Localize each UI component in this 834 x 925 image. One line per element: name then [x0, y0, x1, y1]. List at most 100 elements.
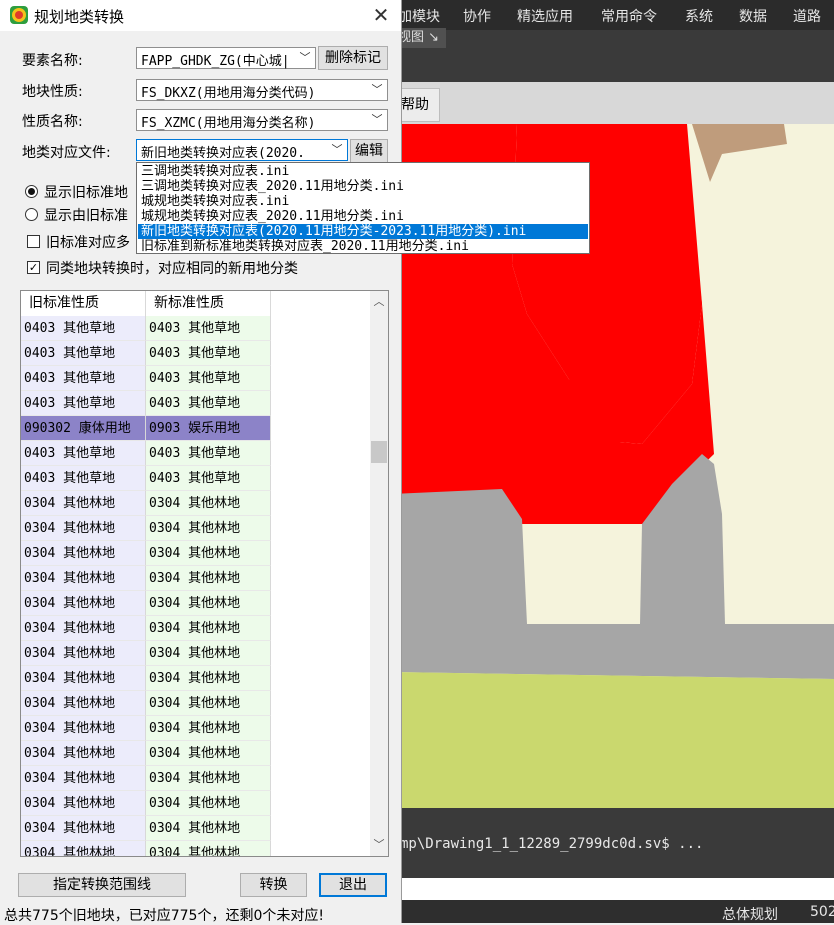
new-class-cell: 0403 其他草地 — [146, 316, 271, 341]
new-class-cell: 0403 其他草地 — [146, 366, 271, 391]
new-class-cell: 0304 其他林地 — [146, 641, 271, 666]
dropdown-option[interactable]: 城规地类转换对应表.ini — [138, 194, 588, 209]
status-item[interactable]: 总体规划 — [722, 904, 778, 924]
old-class-cell: 0304 其他林地 — [21, 591, 146, 616]
old-class-cell: 0304 其他林地 — [21, 691, 146, 716]
new-class-cell: 0403 其他草地 — [146, 391, 271, 416]
new-class-cell: 0304 其他林地 — [146, 666, 271, 691]
table-row[interactable]: 0403 其他草地 0403 其他草地 — [21, 341, 271, 366]
new-class-cell: 0304 其他林地 — [146, 516, 271, 541]
menu-item[interactable]: 精选应用 — [517, 6, 573, 26]
table-row[interactable]: 0304 其他林地 0304 其他林地 — [21, 616, 271, 641]
same-class-checkbox[interactable]: ✓ — [27, 261, 40, 274]
edit-button[interactable]: 编辑 — [350, 139, 388, 163]
old-class-cell: 0304 其他林地 — [21, 666, 146, 691]
parcel-nature-label: 地块性质: — [22, 84, 83, 100]
table-row[interactable]: 0304 其他林地 0304 其他林地 — [21, 491, 271, 516]
dropdown-option[interactable]: 城规地类转换对应表_2020.11用地分类.ini — [138, 209, 588, 224]
table-row[interactable]: 0304 其他林地 0304 其他林地 — [21, 666, 271, 691]
old-multi-checkbox[interactable] — [27, 235, 40, 248]
table-row[interactable]: 0304 其他林地 0304 其他林地 — [21, 741, 271, 766]
old-class-cell: 0304 其他林地 — [21, 566, 146, 591]
table-row[interactable]: 0304 其他林地 0304 其他林地 — [21, 641, 271, 666]
chevron-down-icon: ﹀ — [331, 143, 343, 156]
table-row[interactable]: 0304 其他林地 0304 其他林地 — [21, 816, 271, 841]
column-header-new[interactable]: 新标准性质 — [146, 291, 271, 316]
table-row[interactable]: 0304 其他林地 0304 其他林地 — [21, 591, 271, 616]
scroll-down-icon[interactable]: ﹀ — [370, 834, 388, 856]
vertical-scrollbar[interactable]: ︿ ﹀ — [370, 291, 388, 856]
dropdown-option[interactable]: 三调地类转换对应表.ini — [138, 164, 588, 179]
table-row[interactable]: 090302 康体用地 0903 娱乐用地 — [21, 416, 271, 441]
menu-item[interactable]: 常用命令 — [601, 6, 657, 26]
parcel-gray-left — [392, 489, 527, 624]
column-header-old[interactable]: 旧标准性质 — [21, 291, 146, 316]
old-class-cell: 090302 康体用地 — [21, 416, 146, 441]
table-row[interactable]: 0304 其他林地 0304 其他林地 — [21, 841, 271, 856]
old-multi-label: 旧标准对应多 — [46, 235, 130, 251]
command-input[interactable] — [392, 878, 834, 900]
command-history: mp\Drawing1_1_12289_2799dc0d.sv$ ... — [400, 836, 704, 852]
dropdown-option[interactable]: 新旧地类转换对应表(2020.11用地分类-2023.11用地分类).ini — [138, 224, 588, 239]
new-class-cell: 0304 其他林地 — [146, 716, 271, 741]
dropdown-option[interactable]: 旧标准到新标准地类转换对应表_2020.11用地分类.ini — [138, 239, 588, 254]
land-class-conversion-dialog: 规划地类转换 ✕ 要素名称: FAPP_GHDK_ZG(中心城| ﹀ 删除标记 … — [0, 0, 402, 924]
parcel-nature-select[interactable]: FS_DKXZ(用地用海分类代码) ﹀ — [136, 79, 388, 101]
table-header: 旧标准性质 新标准性质 — [21, 291, 371, 316]
menu-item[interactable]: 加模块 — [398, 6, 440, 26]
set-range-button[interactable]: 指定转换范围线 — [18, 873, 186, 897]
table-row[interactable]: 0304 其他林地 0304 其他林地 — [21, 766, 271, 791]
dialog-status-text: 总共775个旧地块，已对应775个，还剩0个未对应! — [4, 908, 324, 924]
new-class-cell: 0403 其他草地 — [146, 341, 271, 366]
nature-name-select[interactable]: FS_XZMC(用地用海分类名称) ﹀ — [136, 109, 388, 131]
chevron-down-icon: ﹀ — [371, 113, 383, 126]
menu-item[interactable]: 数据 — [739, 6, 767, 26]
mapping-file-dropdown[interactable]: 三调地类转换对应表.ini 三调地类转换对应表_2020.11用地分类.ini 城规… — [136, 162, 590, 254]
mapping-table[interactable]: 旧标准性质 新标准性质 0403 其他草地 0403 其他草地 0403 其他草地 0… — [20, 290, 389, 857]
status-item: 502 — [810, 904, 834, 920]
table-row[interactable]: 0403 其他草地 0403 其他草地 — [21, 391, 271, 416]
menu-item[interactable]: 系统 — [685, 6, 713, 26]
old-class-cell: 0403 其他草地 — [21, 466, 146, 491]
new-class-cell: 0403 其他草地 — [146, 466, 271, 491]
table-row[interactable]: 0403 其他草地 0403 其他草地 — [21, 466, 271, 491]
show-from-old-radio[interactable] — [25, 208, 38, 221]
mapping-file-value: 新旧地类转换对应表(2020. — [141, 146, 305, 161]
table-row[interactable]: 0403 其他草地 0403 其他草地 — [21, 441, 271, 466]
new-class-cell: 0304 其他林地 — [146, 616, 271, 641]
show-from-old-label: 显示由旧标准 — [44, 208, 128, 224]
table-row[interactable]: 0304 其他林地 0304 其他林地 — [21, 566, 271, 591]
old-class-cell: 0304 其他林地 — [21, 541, 146, 566]
exit-button[interactable]: 退出 — [319, 873, 387, 897]
convert-button[interactable]: 转换 — [240, 873, 307, 897]
table-row[interactable]: 0304 其他林地 0304 其他林地 — [21, 541, 271, 566]
scroll-thumb[interactable] — [371, 441, 387, 463]
table-row[interactable]: 0304 其他林地 0304 其他林地 — [21, 791, 271, 816]
title-bar[interactable]: 规划地类转换 ✕ — [0, 0, 401, 31]
mapping-file-select[interactable]: 新旧地类转换对应表(2020. ﹀ — [136, 139, 348, 161]
table-row[interactable]: 0403 其他草地 0403 其他草地 — [21, 366, 271, 391]
menu-item[interactable]: 道路 — [793, 6, 821, 26]
feature-name-select[interactable]: FAPP_GHDK_ZG(中心城| ﹀ — [136, 47, 316, 69]
table-row[interactable]: 0304 其他林地 0304 其他林地 — [21, 516, 271, 541]
parcel-green — [392, 672, 834, 808]
scroll-up-icon[interactable]: ︿ — [370, 291, 388, 313]
show-old-radio[interactable] — [25, 185, 38, 198]
mapping-file-label: 地类对应文件: — [22, 145, 111, 161]
new-class-cell: 0304 其他林地 — [146, 566, 271, 591]
old-class-cell: 0304 其他林地 — [21, 616, 146, 641]
menu-item[interactable]: 协作 — [463, 6, 491, 26]
close-icon[interactable]: ✕ — [364, 1, 398, 29]
old-class-cell: 0403 其他草地 — [21, 391, 146, 416]
show-old-label: 显示旧标准地 — [44, 185, 128, 201]
table-row[interactable]: 0304 其他林地 0304 其他林地 — [21, 716, 271, 741]
dropdown-option[interactable]: 三调地类转换对应表_2020.11用地分类.ini — [138, 179, 588, 194]
new-class-cell: 0304 其他林地 — [146, 741, 271, 766]
delete-mark-button[interactable]: 删除标记 — [318, 46, 388, 70]
status-bar: 总体规划 502 — [392, 900, 834, 923]
table-row[interactable]: 0403 其他草地 0403 其他草地 — [21, 316, 271, 341]
new-class-cell: 0304 其他林地 — [146, 791, 271, 816]
nature-name-value: FS_XZMC(用地用海分类名称) — [141, 116, 316, 131]
feature-name-value: FAPP_GHDK_ZG(中心城| — [141, 54, 290, 69]
table-row[interactable]: 0304 其他林地 0304 其他林地 — [21, 691, 271, 716]
